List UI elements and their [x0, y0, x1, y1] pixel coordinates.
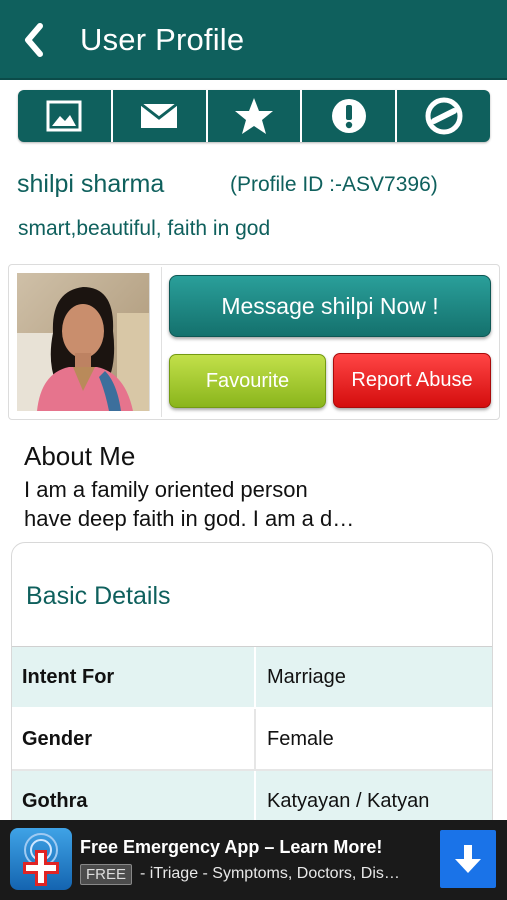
- medical-cross-icon: [23, 833, 59, 886]
- table-row: Gender Female: [12, 709, 492, 771]
- star-icon: [234, 98, 273, 134]
- page-title: User Profile: [80, 22, 245, 57]
- basic-details-card: Basic Details Intent For Marriage Gender…: [11, 542, 493, 842]
- report-abuse-button[interactable]: Report Abuse: [333, 353, 491, 408]
- ad-free-badge: FREE: [80, 864, 133, 885]
- back-button[interactable]: [18, 20, 50, 60]
- about-me-text[interactable]: I am a family oriented person have deep …: [24, 475, 494, 533]
- ad-download-button[interactable]: [440, 830, 496, 888]
- photos-button[interactable]: [18, 90, 113, 142]
- download-arrow-icon: [455, 845, 481, 873]
- detail-key: Intent For: [12, 647, 256, 707]
- profile-action-toolbar: [18, 90, 490, 142]
- profile-photo[interactable]: [17, 273, 150, 411]
- block-icon: [425, 97, 463, 135]
- about-me-heading: About Me: [24, 441, 136, 471]
- send-mail-button[interactable]: [113, 90, 208, 142]
- alert-icon: [331, 99, 366, 133]
- block-button[interactable]: [397, 90, 490, 142]
- detail-value: Female: [267, 727, 334, 750]
- profile-tagline: smart,beautiful, faith in god: [18, 217, 271, 240]
- divider: [161, 267, 162, 417]
- mail-icon: [140, 102, 179, 128]
- ad-banner[interactable]: Free Emergency App – Learn More! FREE - …: [0, 820, 507, 900]
- ad-subtitle: - iTriage - Symptoms, Doctors, Dis…: [140, 865, 400, 882]
- shortlist-button[interactable]: [208, 90, 303, 142]
- basic-details-table: Intent For Marriage Gender Female Gothra…: [12, 646, 492, 833]
- message-now-button[interactable]: Message shilpi Now !: [169, 275, 491, 337]
- detail-value: Marriage: [267, 665, 346, 688]
- app-header: User Profile: [0, 0, 507, 80]
- ad-title: Free Emergency App – Learn More!: [80, 837, 383, 857]
- basic-details-heading: Basic Details: [26, 582, 171, 610]
- ad-app-icon: [10, 828, 72, 890]
- table-row: Intent For Marriage: [12, 647, 492, 709]
- profile-name: shilpi sharma: [17, 170, 165, 198]
- report-button[interactable]: [302, 90, 398, 142]
- detail-key: Gender: [12, 709, 256, 769]
- chevron-left-icon: [25, 23, 43, 57]
- avatar: [17, 273, 149, 411]
- profile-id: (Profile ID :-ASV7396): [230, 173, 438, 196]
- photo-icon: [46, 100, 82, 132]
- favourite-button[interactable]: Favourite: [169, 354, 326, 408]
